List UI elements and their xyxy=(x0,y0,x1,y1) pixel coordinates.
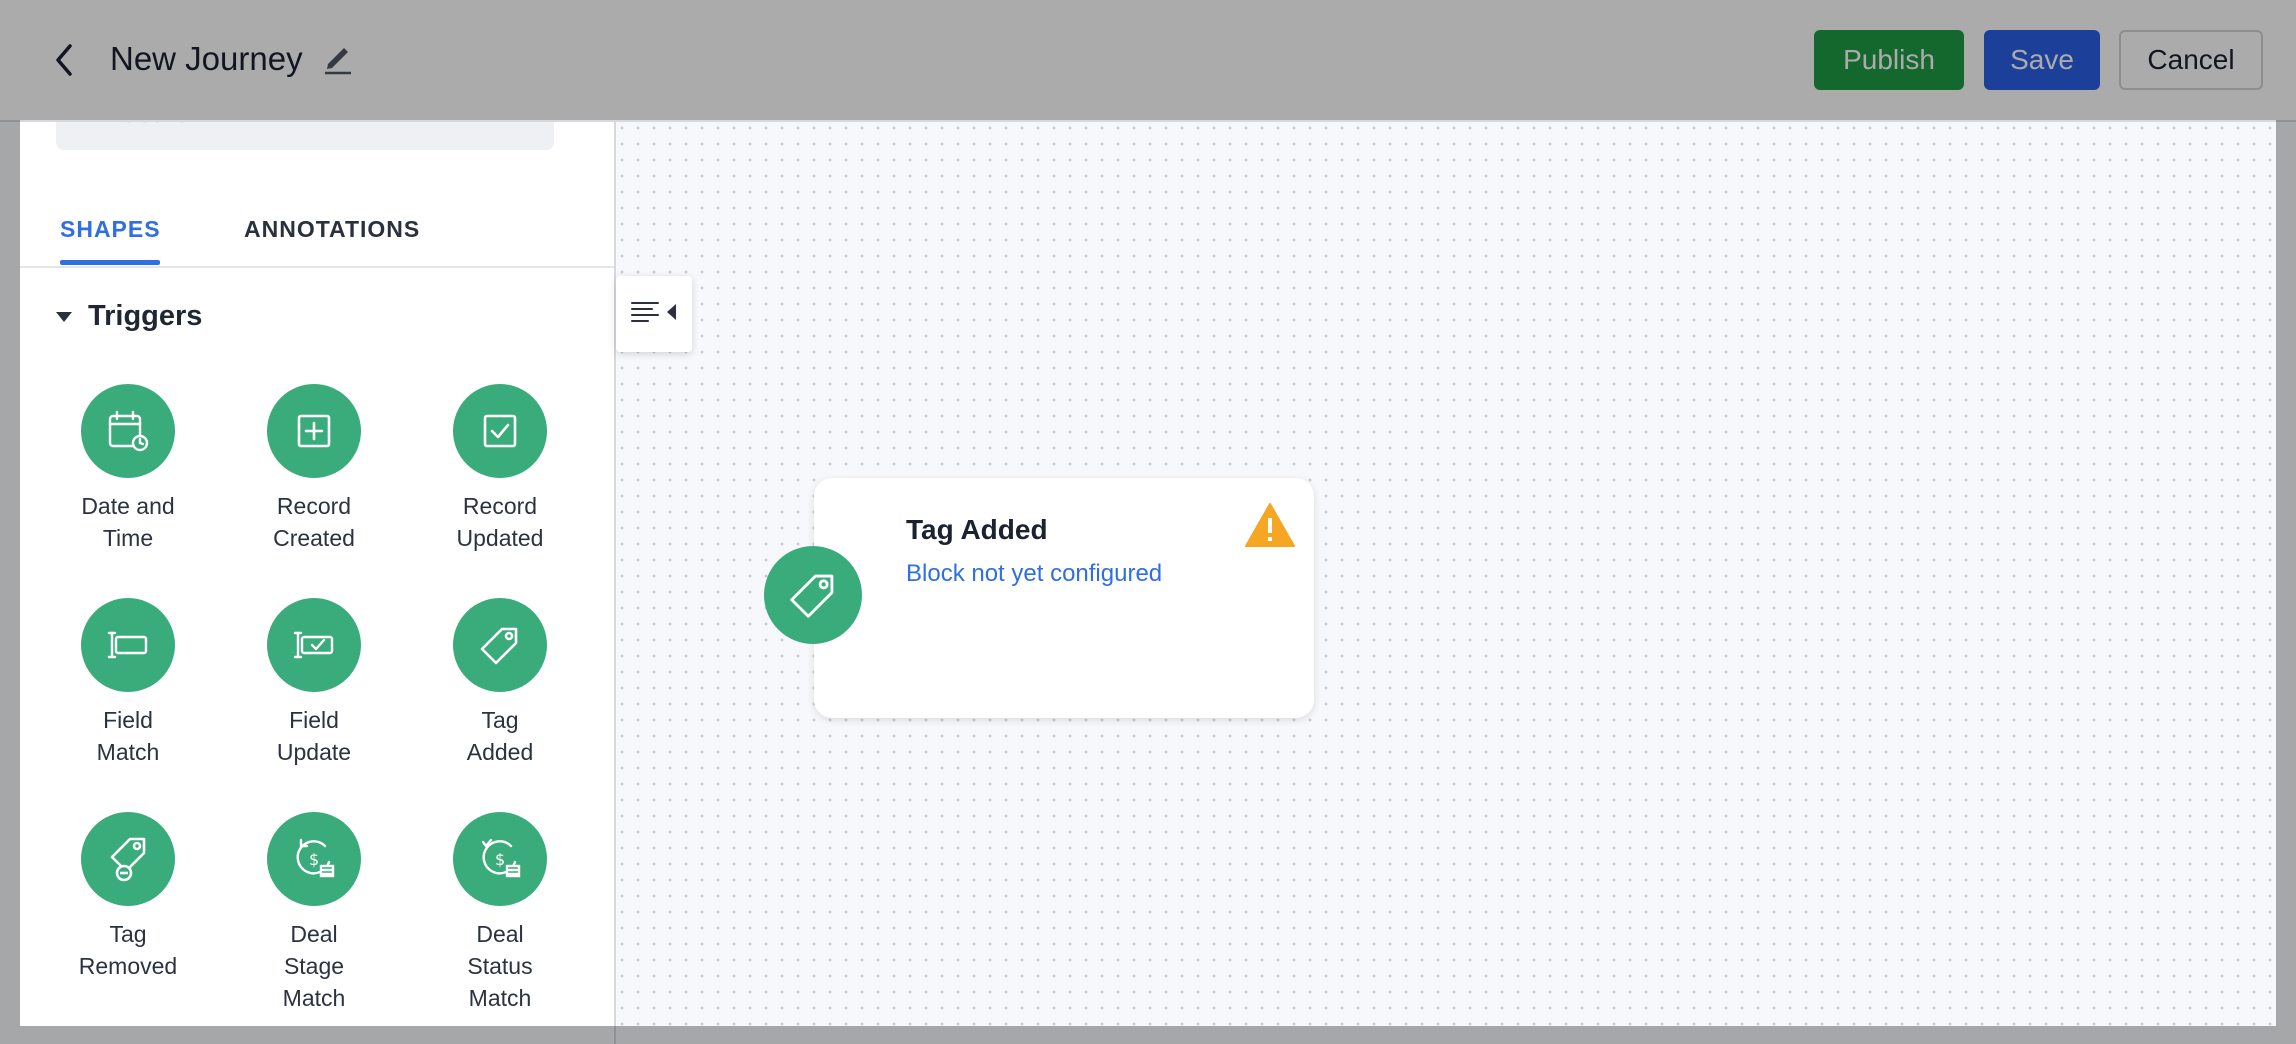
section-title: Triggers xyxy=(88,300,203,332)
header-bar: New Journey Publish Save Cancel xyxy=(0,0,2296,122)
shape-label: Date and Time xyxy=(81,493,175,551)
field-update-icon xyxy=(267,598,361,692)
shape-tag-added[interactable]: Tag Added xyxy=(420,598,580,768)
deal-status-icon: $ xyxy=(453,812,547,906)
cancel-button[interactable]: Cancel xyxy=(2119,30,2263,90)
node-status: Block not yet configured xyxy=(906,560,1163,587)
shape-label: Deal Status Match xyxy=(467,921,533,1011)
deal-stage-icon: $ xyxy=(267,812,361,906)
shape-label: Deal Stage Match xyxy=(282,921,346,1011)
shape-label: Tag Removed xyxy=(78,921,178,979)
trigger-node-tag-added[interactable]: Tag Added Block not yet configured xyxy=(814,478,1314,718)
active-tab-indicator xyxy=(60,260,160,265)
node-tag-icon xyxy=(764,546,862,644)
check-square-icon xyxy=(453,384,547,478)
shape-deal-status-match[interactable]: $ Deal Status Match xyxy=(420,812,580,1014)
shape-deal-stage-match[interactable]: $ Deal Stage Match xyxy=(234,812,394,1014)
section-triggers[interactable]: Triggers xyxy=(56,300,202,333)
field-match-icon xyxy=(81,598,175,692)
save-button[interactable]: Save xyxy=(1984,30,2100,90)
shape-label: Record Updated xyxy=(456,493,544,551)
plus-square-icon xyxy=(267,384,361,478)
shape-label: Field Match xyxy=(96,707,160,765)
shape-date-and-time[interactable]: Date and Time xyxy=(48,384,208,554)
svg-text:$: $ xyxy=(309,850,319,869)
shape-field-update[interactable]: Field Update xyxy=(234,598,394,768)
shapes-panel: Search SHAPES ANNOTATIONS Triggers Date … xyxy=(20,120,614,1026)
panel-divider xyxy=(614,120,616,1044)
chevron-left-icon xyxy=(666,303,678,326)
tab-annotations[interactable]: ANNOTATIONS xyxy=(244,216,420,243)
shape-label: Field Update xyxy=(276,707,352,765)
caret-down-icon xyxy=(56,311,72,322)
tag-minus-icon xyxy=(81,812,175,906)
shape-tag-removed[interactable]: Tag Removed xyxy=(48,812,208,982)
publish-button[interactable]: Publish xyxy=(1814,30,1964,90)
shape-record-updated[interactable]: Record Updated xyxy=(420,384,580,554)
back-arrow-icon[interactable] xyxy=(52,42,76,83)
node-title: Tag Added xyxy=(906,514,1048,545)
shape-field-match[interactable]: Field Match xyxy=(48,598,208,768)
list-icon xyxy=(630,299,660,330)
svg-text:$: $ xyxy=(495,850,505,869)
shape-record-created[interactable]: Record Created xyxy=(234,384,394,554)
tab-shapes[interactable]: SHAPES xyxy=(60,216,161,243)
shape-label: Record Created xyxy=(273,493,355,551)
collapse-panel-button[interactable] xyxy=(616,276,692,352)
search-input[interactable]: Search xyxy=(56,120,554,150)
warning-icon xyxy=(1244,502,1296,553)
shape-label: Tag Added xyxy=(466,707,534,765)
calendar-clock-icon xyxy=(81,384,175,478)
tag-icon xyxy=(453,598,547,692)
page-title: New Journey xyxy=(110,40,303,77)
pencil-icon[interactable] xyxy=(320,40,356,81)
